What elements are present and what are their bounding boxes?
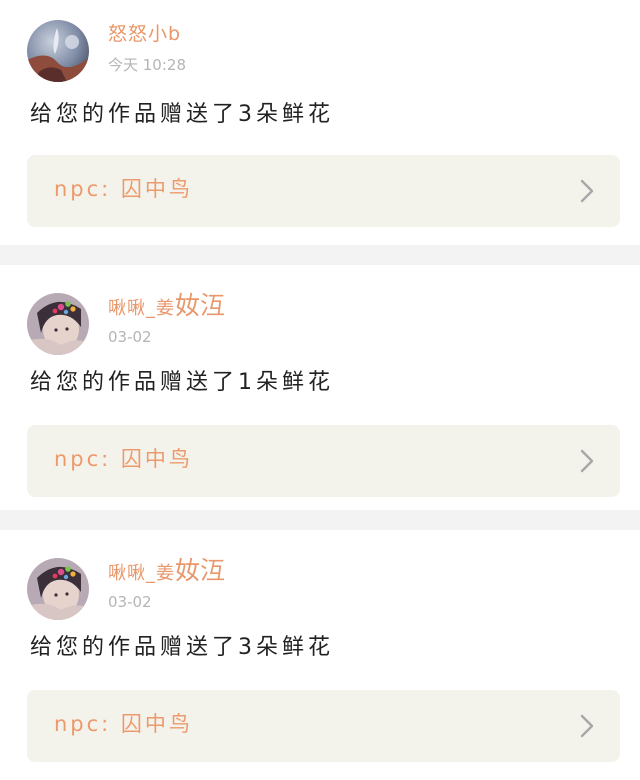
timestamp: 03-02 (108, 328, 152, 346)
avatar[interactable] (27, 20, 89, 82)
notification-message: 给您的作品赠送了3朵鲜花 (30, 635, 334, 660)
work-label: npc: 囚中鸟 (54, 177, 193, 201)
notification-card: 啾啾_姜奻沍 03-02 给您的作品赠送了3朵鲜花 npc: 囚中鸟 (0, 530, 640, 778)
chevron-right-icon (580, 179, 594, 203)
chevron-right-icon (580, 449, 594, 473)
timestamp: 03-02 (108, 593, 152, 611)
avatar-image (27, 20, 89, 82)
username[interactable]: 怒怒小b (108, 21, 181, 47)
work-label: npc: 囚中鸟 (54, 447, 193, 471)
username-main: 啾啾_姜 (108, 298, 175, 319)
work-link[interactable]: npc: 囚中鸟 (27, 425, 620, 497)
card-divider (0, 510, 640, 530)
avatar-image (27, 293, 89, 355)
notification-message: 给您的作品赠送了1朵鲜花 (30, 370, 334, 395)
avatar-image (27, 558, 89, 620)
work-label: npc: 囚中鸟 (54, 712, 193, 736)
username-extra: 奻沍 (175, 291, 226, 320)
avatar[interactable] (27, 558, 89, 620)
username-main: 啾啾_姜 (108, 563, 175, 584)
work-link[interactable]: npc: 囚中鸟 (27, 155, 620, 227)
notification-message: 给您的作品赠送了3朵鲜花 (30, 102, 334, 127)
username-extra: 奻沍 (175, 556, 226, 585)
username[interactable]: 啾啾_姜奻沍 (108, 558, 225, 587)
username[interactable]: 啾啾_姜奻沍 (108, 293, 225, 322)
avatar[interactable] (27, 293, 89, 355)
timestamp: 今天 10:28 (108, 56, 186, 74)
chevron-right-icon (580, 714, 594, 738)
username-main: 怒怒小b (108, 23, 182, 45)
card-divider (0, 245, 640, 265)
notification-card: 啾啾_姜奻沍 03-02 给您的作品赠送了1朵鲜花 npc: 囚中鸟 (0, 265, 640, 510)
notification-card: 怒怒小b 今天 10:28 给您的作品赠送了3朵鲜花 npc: 囚中鸟 (0, 0, 640, 245)
notification-feed: 怒怒小b 今天 10:28 给您的作品赠送了3朵鲜花 npc: 囚中鸟 啾啾_姜… (0, 0, 640, 780)
work-link[interactable]: npc: 囚中鸟 (27, 690, 620, 762)
